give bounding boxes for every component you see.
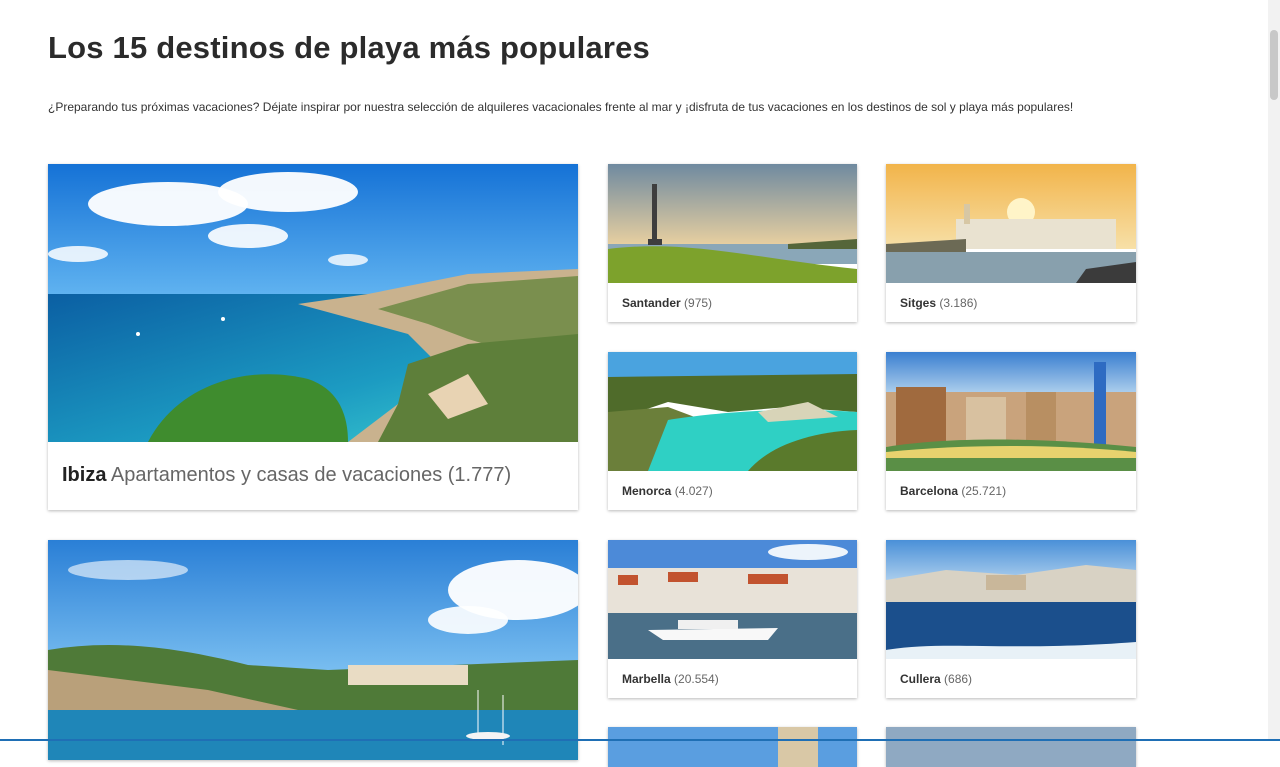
destination-card-sitges[interactable]: Sitges (3.186) xyxy=(886,164,1136,322)
sitges-photo xyxy=(886,164,1136,283)
menorca-count: (4.027) xyxy=(674,484,713,498)
cullera-name: Cullera xyxy=(900,672,941,686)
page-scrollbar[interactable] xyxy=(1268,0,1280,741)
marbella-name: Marbella xyxy=(622,672,671,686)
barcelona-count: (25.721) xyxy=(961,484,1007,498)
featured-subtitle: Apartamentos y casas de vacaciones xyxy=(110,464,443,486)
barcelona-caption: Barcelona (25.721) xyxy=(900,484,1006,498)
featured-count: (1.777) xyxy=(447,464,512,486)
sitges-count: (3.186) xyxy=(939,296,978,310)
partial-photo-2 xyxy=(886,727,1136,767)
destination-card-partial-1[interactable] xyxy=(608,727,857,767)
marbella-caption: Marbella (20.554) xyxy=(622,672,719,686)
featured-caption: Ibiza Apartamentos y casas de vacaciones… xyxy=(62,464,511,487)
menorca-photo xyxy=(608,352,857,471)
ibiza-photo xyxy=(48,164,578,442)
barcelona-name: Barcelona xyxy=(900,484,959,498)
destination-card-cullera[interactable]: Cullera (686) xyxy=(886,540,1136,698)
partial-photo-1 xyxy=(608,727,857,767)
scrollbar-thumb[interactable] xyxy=(1270,30,1278,100)
santander-photo xyxy=(608,164,857,283)
featured-card-ibiza[interactable]: Ibiza Apartamentos y casas de vacaciones… xyxy=(48,164,578,510)
destination-card-menorca[interactable]: Menorca (4.027) xyxy=(608,352,857,510)
santander-name: Santander xyxy=(622,296,681,310)
sitges-caption: Sitges (3.186) xyxy=(900,296,977,310)
featured-card-mallorca[interactable] xyxy=(48,540,578,760)
destination-card-marbella[interactable]: Marbella (20.554) xyxy=(608,540,857,698)
page-title: Los 15 destinos de playa más populares xyxy=(48,30,650,65)
featured-name: Ibiza xyxy=(62,464,107,486)
marbella-photo xyxy=(608,540,857,659)
sitges-name: Sitges xyxy=(900,296,937,310)
destination-card-barcelona[interactable]: Barcelona (25.721) xyxy=(886,352,1136,510)
marbella-count: (20.554) xyxy=(674,672,719,686)
destination-card-partial-2[interactable] xyxy=(886,727,1136,767)
barcelona-photo xyxy=(886,352,1136,471)
santander-count: (975) xyxy=(684,296,713,310)
destination-card-santander[interactable]: Santander (975) xyxy=(608,164,857,322)
page-intro: ¿Preparando tus próximas vacaciones? Déj… xyxy=(48,100,1074,114)
coast-photo xyxy=(48,540,578,760)
santander-caption: Santander (975) xyxy=(622,296,712,310)
cullera-photo xyxy=(886,540,1136,659)
menorca-name: Menorca xyxy=(622,484,672,498)
cullera-count: (686) xyxy=(944,672,973,686)
menorca-caption: Menorca (4.027) xyxy=(622,484,713,498)
cullera-caption: Cullera (686) xyxy=(900,672,972,686)
